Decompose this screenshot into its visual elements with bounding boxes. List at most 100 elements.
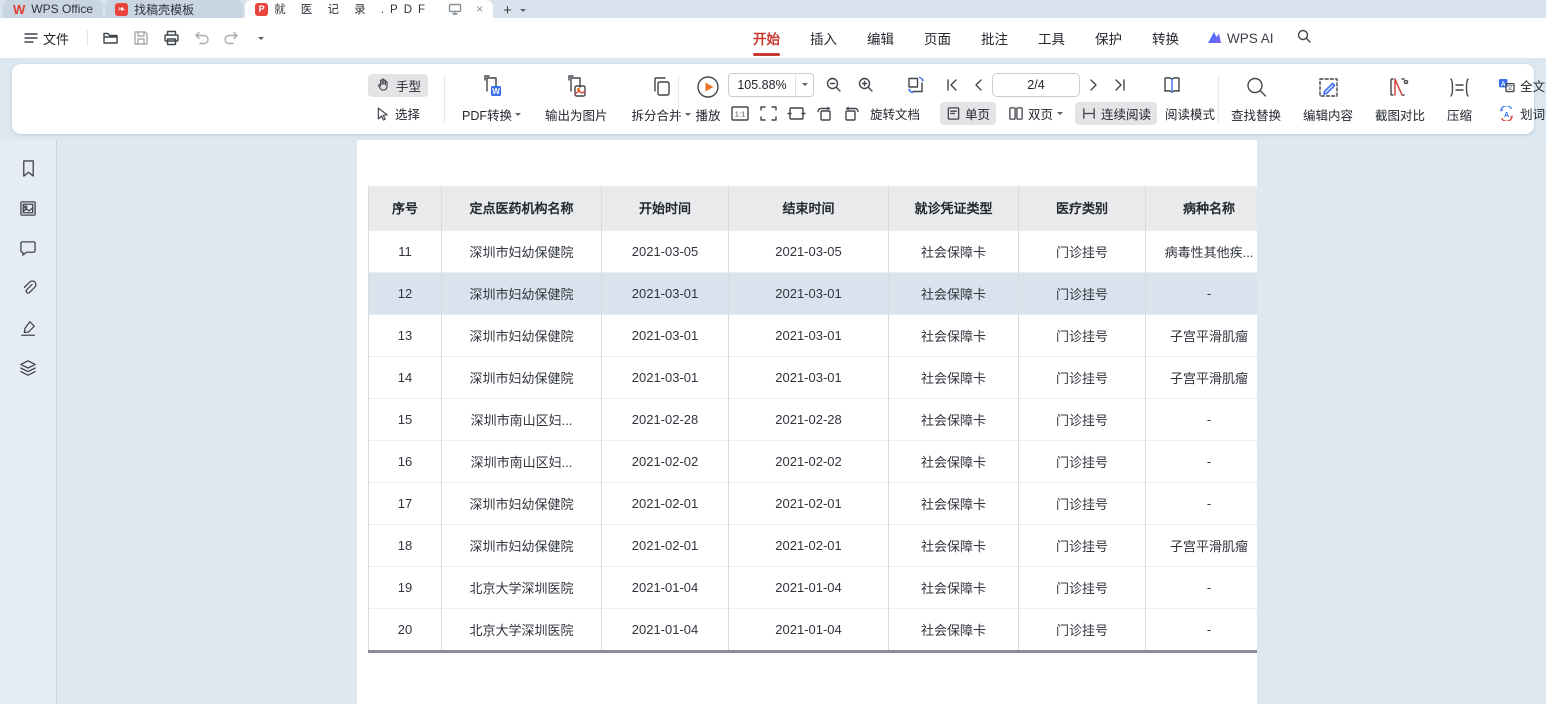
fit-width-button[interactable] (784, 102, 808, 126)
table-row[interactable]: 19北京大学深圳医院2021-01-042021-01-04社会保障卡门诊挂号-… (369, 566, 1258, 608)
file-menu-label: 文件 (43, 29, 69, 48)
table-cell: 2021-01-04 (729, 608, 889, 650)
table-cell: 深圳市南山区妇... (442, 398, 602, 440)
tab-close-icon[interactable]: × (476, 2, 483, 16)
undo-button[interactable] (188, 26, 214, 50)
next-page-button[interactable] (1082, 73, 1106, 97)
read-mode-button[interactable]: 阅读模式 (1165, 104, 1215, 123)
compress-button[interactable]: 压缩 (1440, 75, 1479, 124)
full-translate-button[interactable]: A文 全文翻译 (1491, 74, 1546, 97)
hand-tool-button[interactable]: 手型 (368, 74, 428, 97)
ribbon-tab-protect[interactable]: 保护 (1080, 18, 1137, 58)
open-file-button[interactable] (98, 26, 124, 50)
tab-document-pdf[interactable]: P 就 医 记 录 .PDF × (245, 0, 493, 18)
prev-page-button[interactable] (966, 73, 990, 97)
last-page-button[interactable] (1108, 73, 1132, 97)
bookmark-icon (20, 159, 37, 178)
rotate-left-button[interactable] (812, 102, 836, 126)
word-translate-button[interactable]: A 划词翻译 (1491, 102, 1546, 125)
screenshot-compare-button[interactable]: 截图对比 (1368, 75, 1432, 124)
quick-access-chevron-icon[interactable] (248, 26, 274, 50)
table-cell: 门诊挂号 (1019, 356, 1146, 398)
edit-content-label: 编辑内容 (1303, 105, 1353, 124)
table-cell: 2021-03-01 (729, 314, 889, 356)
table-row[interactable]: 13深圳市妇幼保健院2021-03-012021-03-01社会保障卡门诊挂号子… (369, 314, 1258, 356)
table-cell: 2021-02-28 (729, 398, 889, 440)
first-page-button[interactable] (940, 73, 964, 97)
page-indicator-input[interactable]: 2/4 (992, 73, 1080, 97)
zoom-level-control[interactable]: 105.88% (728, 73, 814, 97)
play-presentation-button[interactable]: 播放 (688, 74, 728, 124)
signature-panel-button[interactable] (16, 318, 40, 338)
tab-wps-office[interactable]: W WPS Office (3, 0, 103, 18)
tab-list-chevron-icon[interactable] (520, 9, 526, 15)
pdf-page[interactable]: 序号 定点医药机构名称 开始时间 结束时间 就诊凭证类型 医疗类别 病种名称 住… (357, 140, 1257, 704)
hamburger-icon (24, 32, 38, 44)
table-cell: 2021-02-01 (602, 524, 729, 566)
ribbon-tab-home[interactable]: 开始 (738, 18, 795, 58)
actual-size-button[interactable]: 1:1 (728, 102, 752, 126)
single-page-button[interactable]: 单页 (940, 102, 996, 125)
new-tab-button[interactable]: + (503, 3, 512, 18)
double-page-label: 双页 (1028, 104, 1053, 123)
window-tab-bar: W WPS Office ❧ 找稿壳模板 P 就 医 记 录 .PDF × + (0, 0, 1546, 18)
double-page-button[interactable]: 双页 (1002, 102, 1069, 125)
redo-button[interactable] (218, 26, 244, 50)
find-replace-button[interactable]: 查找替换 (1224, 75, 1288, 124)
table-row[interactable]: 18深圳市妇幼保健院2021-02-012021-02-01社会保障卡门诊挂号子… (369, 524, 1258, 566)
save-button[interactable] (128, 26, 154, 50)
ribbon-tab-convert[interactable]: 转换 (1137, 18, 1194, 58)
table-cell: 社会保障卡 (889, 482, 1019, 524)
ribbon-tab-insert[interactable]: 插入 (795, 18, 852, 58)
ribbon-tab-tools[interactable]: 工具 (1023, 18, 1080, 58)
wps-logo-icon: W (13, 3, 25, 16)
edit-content-button[interactable]: 编辑内容 (1296, 75, 1360, 124)
continuous-read-icon (1081, 106, 1097, 121)
ribbon-tab-page[interactable]: 页面 (909, 18, 966, 58)
table-cell: 2021-02-02 (729, 440, 889, 482)
zoom-out-icon (825, 76, 843, 94)
last-page-icon (1113, 78, 1127, 92)
table-cell: 深圳市妇幼保健院 (442, 314, 602, 356)
split-merge-button[interactable]: 拆分合并 (625, 74, 698, 124)
ribbon-tab-edit[interactable]: 编辑 (852, 18, 909, 58)
svg-text:文: 文 (1507, 84, 1513, 92)
document-canvas[interactable]: 序号 定点医药机构名称 开始时间 结束时间 就诊凭证类型 医疗类别 病种名称 住… (57, 140, 1546, 704)
rotate-pages-button[interactable] (904, 73, 928, 97)
print-button[interactable] (158, 26, 184, 50)
ribbon-tab-comment[interactable]: 批注 (966, 18, 1023, 58)
table-row[interactable]: 12深圳市妇幼保健院2021-03-012021-03-01社会保障卡门诊挂号-… (369, 272, 1258, 314)
compress-icon (1447, 75, 1472, 100)
comments-panel-button[interactable] (16, 238, 40, 258)
attachments-panel-button[interactable] (16, 278, 40, 298)
table-cell: 2021-01-04 (602, 608, 729, 650)
thumbnails-panel-button[interactable] (16, 198, 40, 218)
select-tool-button[interactable]: 选择 (368, 102, 428, 125)
tab-template-store[interactable]: ❧ 找稿壳模板 (105, 0, 243, 18)
zoom-in-button[interactable] (854, 73, 878, 97)
table-row[interactable]: 16深圳市南山区妇...2021-02-022021-02-02社会保障卡门诊挂… (369, 440, 1258, 482)
table-cell: 2021-03-05 (729, 230, 889, 272)
bookmarks-panel-button[interactable] (16, 158, 40, 178)
file-menu-button[interactable]: 文件 (16, 25, 77, 52)
wps-ai-button[interactable]: WPS AI (1194, 31, 1286, 46)
split-merge-icon (648, 74, 674, 100)
layers-panel-button[interactable] (16, 358, 40, 378)
zoom-out-button[interactable] (822, 73, 846, 97)
rotate-doc-button[interactable]: 旋转文档 (870, 104, 920, 123)
pdf-convert-icon: W (479, 74, 505, 100)
one-to-one-icon: 1:1 (730, 105, 750, 122)
table-row[interactable]: 11深圳市妇幼保健院2021-03-052021-03-05社会保障卡门诊挂号病… (369, 230, 1258, 272)
open-book-icon (1161, 75, 1183, 95)
table-row[interactable]: 14深圳市妇幼保健院2021-03-012021-03-01社会保障卡门诊挂号子… (369, 356, 1258, 398)
continuous-read-button[interactable]: 连续阅读 (1075, 102, 1157, 125)
table-row[interactable]: 15深圳市南山区妇...2021-02-282021-02-28社会保障卡门诊挂… (369, 398, 1258, 440)
export-image-button[interactable]: 输出为图片 (538, 74, 615, 124)
table-row[interactable]: 20北京大学深圳医院2021-01-042021-01-04社会保障卡门诊挂号-… (369, 608, 1258, 650)
rotate-right-button[interactable] (840, 102, 864, 126)
pdf-convert-button[interactable]: W PDF转换 (455, 74, 528, 124)
menu-search-button[interactable] (1286, 28, 1322, 49)
zoom-chevron-icon[interactable] (795, 74, 813, 96)
fit-page-button[interactable] (756, 102, 780, 126)
table-row[interactable]: 17深圳市妇幼保健院2021-02-012021-02-01社会保障卡门诊挂号-… (369, 482, 1258, 524)
